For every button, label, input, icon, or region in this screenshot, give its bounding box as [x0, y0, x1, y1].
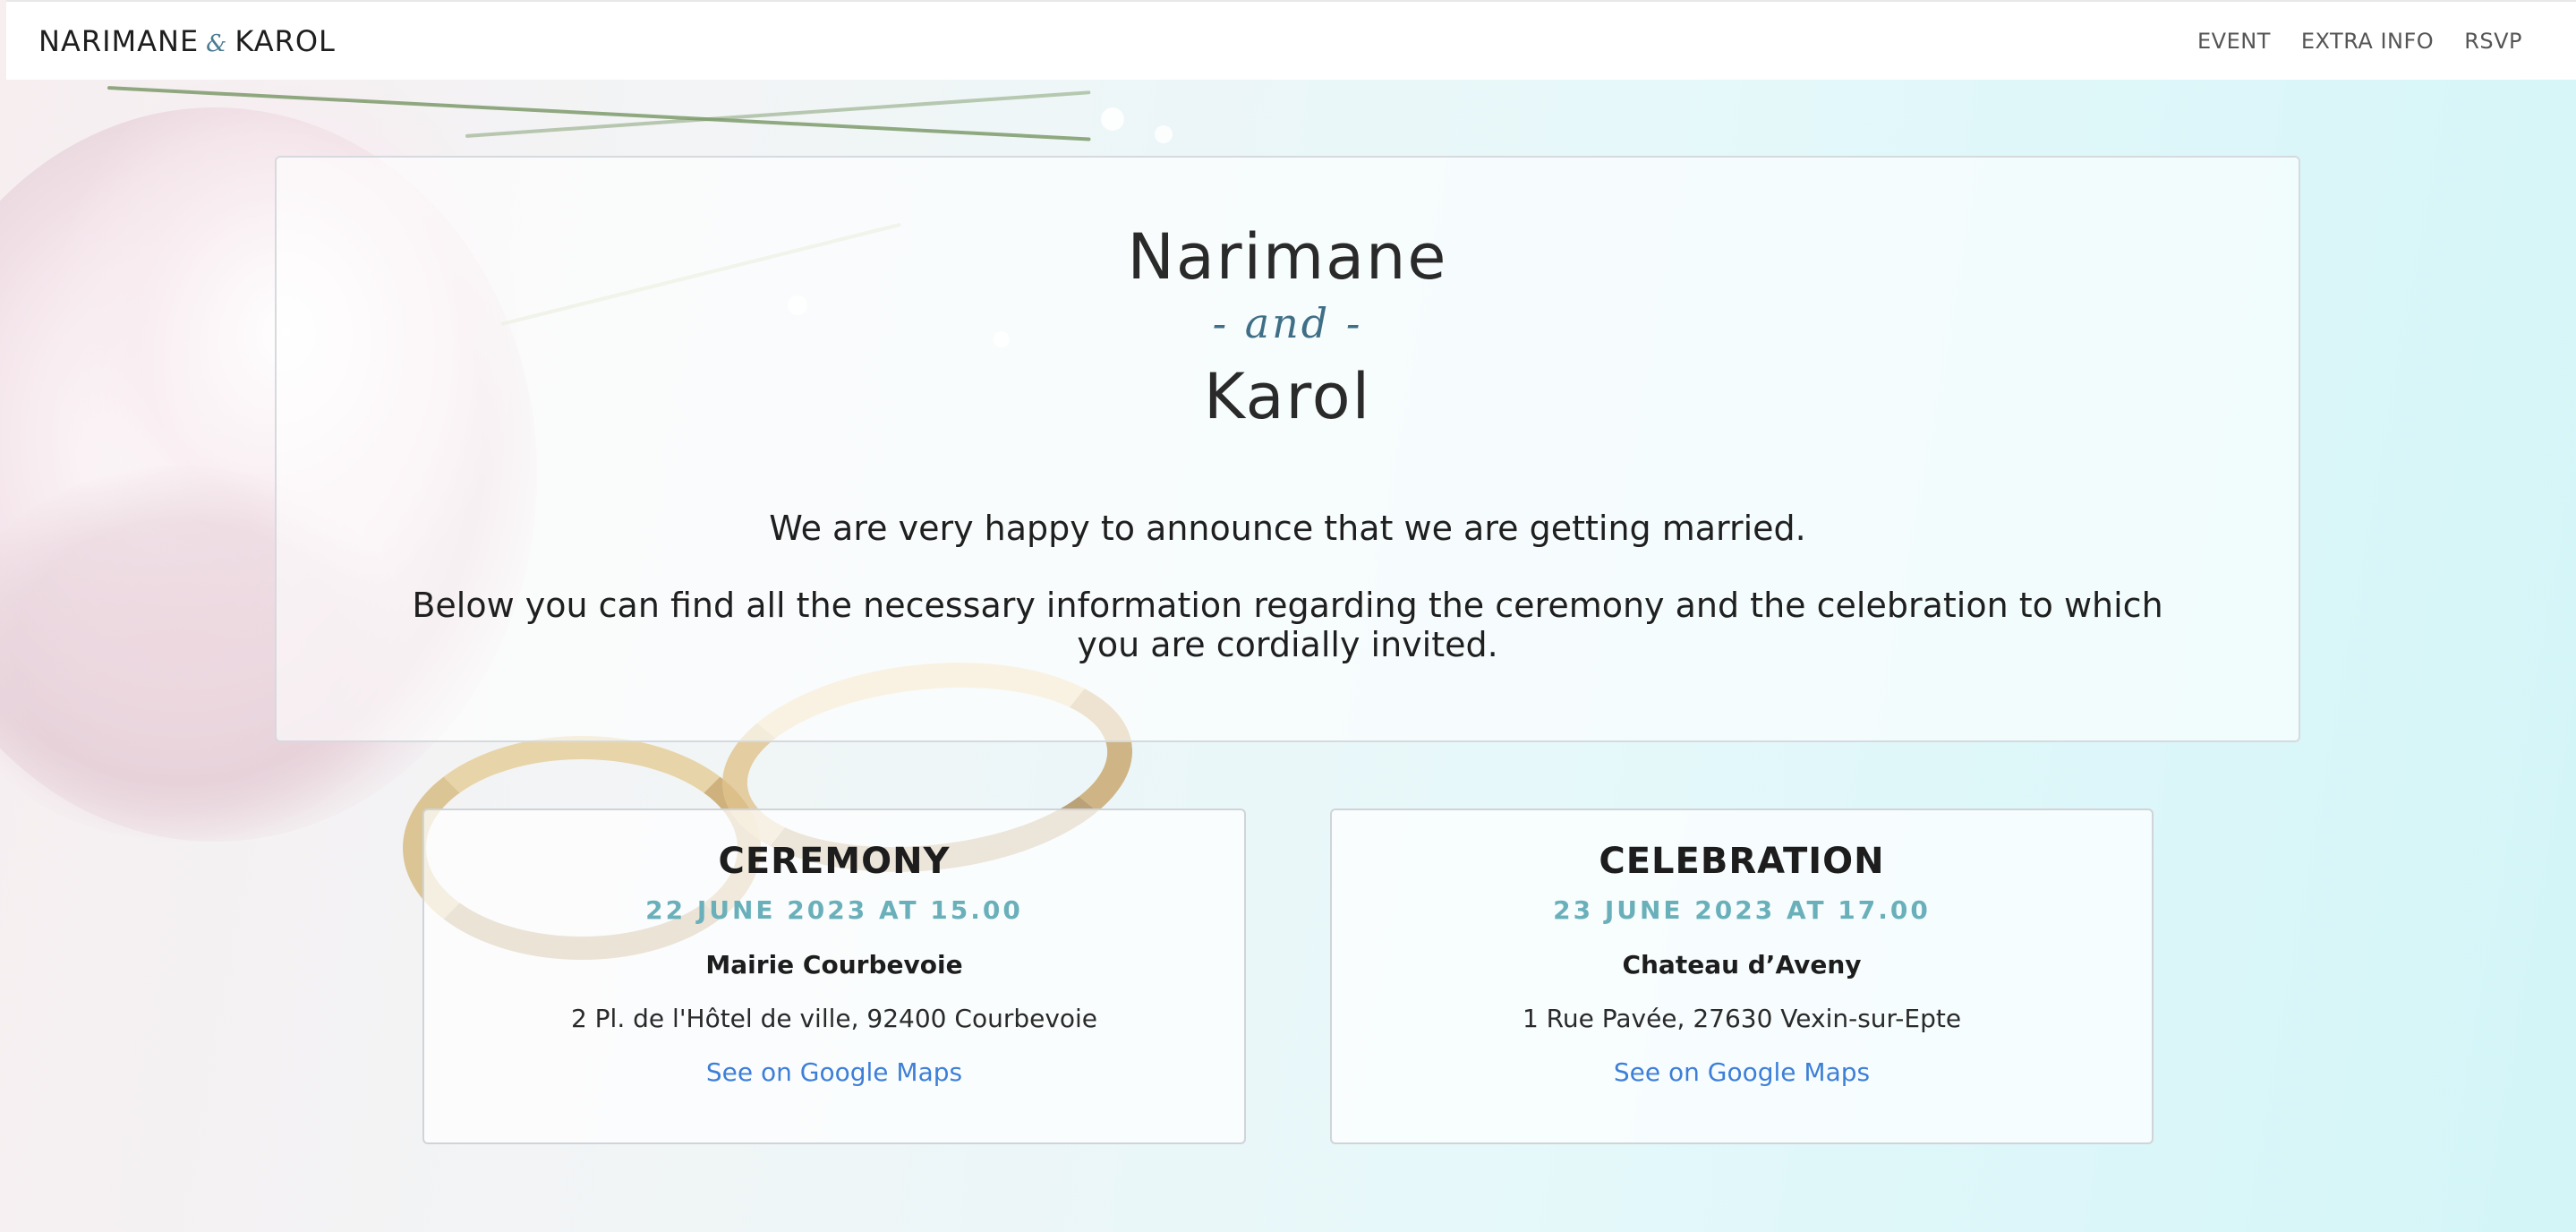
ceremony-date: 22 JUNE 2023 AT 15.00: [645, 895, 1023, 925]
flower-stem: [465, 90, 1091, 138]
announcement-card: Narimane - and - Karol We are very happy…: [275, 156, 2300, 742]
and-separator: - and -: [1212, 299, 1363, 347]
celebration-card: CELEBRATION 23 JUNE 2023 AT 17.00 Chatea…: [1330, 808, 2154, 1144]
ceremony-card: CEREMONY 22 JUNE 2023 AT 15.00 Mairie Co…: [422, 808, 1246, 1144]
ceremony-title: CEREMONY: [718, 841, 951, 882]
celebration-date: 23 JUNE 2023 AT 17.00: [1553, 895, 1931, 925]
invitation-text: Below you can find all the necessary inf…: [412, 586, 2163, 664]
brand-ampersand: &: [206, 30, 228, 57]
bride-name: Narimane: [1127, 220, 1448, 294]
navbar: NARIMANE & KAROL EVENT EXTRA INFO RSVP: [6, 0, 2576, 80]
brand-second-name: KAROL: [235, 23, 336, 58]
celebration-title: CELEBRATION: [1599, 841, 1885, 882]
ceremony-address: 2 Pl. de l'Hôtel de ville, 92400 Courbev…: [570, 1004, 1098, 1033]
brand-logo[interactable]: NARIMANE & KAROL: [38, 24, 336, 58]
nav-link-rsvp[interactable]: RSVP: [2464, 29, 2522, 54]
nav-link-extra-info[interactable]: EXTRA INFO: [2301, 29, 2434, 54]
celebration-venue: Chateau d’Aveny: [1622, 950, 1862, 980]
celebration-maps-link[interactable]: See on Google Maps: [1332, 1057, 2152, 1087]
announcement-text: We are very happy to announce that we ar…: [769, 509, 1806, 548]
brand-first-name: NARIMANE: [38, 23, 200, 58]
ceremony-venue: Mairie Courbevoie: [705, 950, 963, 980]
blossom: [1155, 125, 1173, 143]
blossom: [1101, 107, 1124, 131]
celebration-address: 1 Rue Pavée, 27630 Vexin-sur-Epte: [1522, 1004, 1962, 1033]
nav-links: EVENT EXTRA INFO RSVP: [2197, 29, 2522, 54]
groom-name: Karol: [1203, 360, 1372, 433]
nav-link-event[interactable]: EVENT: [2197, 29, 2271, 54]
ceremony-maps-link[interactable]: See on Google Maps: [424, 1057, 1244, 1087]
